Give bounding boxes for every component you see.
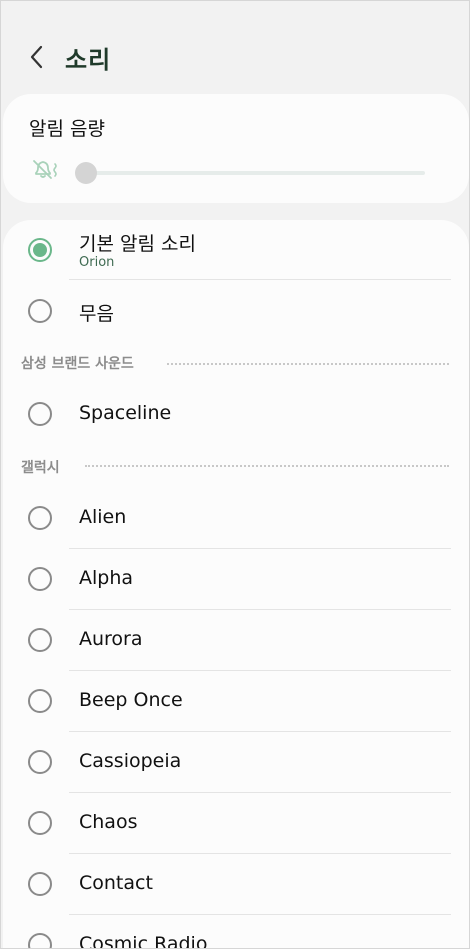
volume-slider-thumb[interactable] <box>75 162 97 184</box>
sound-label: Cosmic Radio <box>79 933 208 949</box>
section-header-galaxy: 갤럭시 <box>21 460 60 476</box>
radio-button[interactable] <box>28 689 52 713</box>
list-item-alien[interactable]: Alien <box>3 488 469 549</box>
silent-label: 무음 <box>79 303 114 325</box>
back-button[interactable] <box>25 43 51 71</box>
radio-button[interactable] <box>28 811 52 835</box>
radio-button[interactable] <box>28 299 52 323</box>
ringtone-list: 기본 알림 소리 Orion 무음 삼성 브랜드 사운드 Spaceline 갤… <box>3 220 469 949</box>
sound-settings-screen: 소리 알림 음량 기본 알림 소리 Orion 무음 삼성 브랜드 사운드 Sp… <box>0 0 470 949</box>
sound-label: Aurora <box>79 628 143 650</box>
list-item-silent[interactable]: 무음 <box>3 280 469 341</box>
section-divider <box>167 363 449 365</box>
radio-button[interactable] <box>28 567 52 591</box>
list-item-beep-once[interactable]: Beep Once <box>3 670 469 731</box>
section-header-samsung: 삼성 브랜드 사운드 <box>21 356 134 372</box>
list-item-cassiopeia[interactable]: Cassiopeia <box>3 731 469 792</box>
radio-button[interactable] <box>28 750 52 774</box>
sound-label: Contact <box>79 872 153 894</box>
radio-button-selected[interactable] <box>28 238 52 262</box>
list-item-alpha[interactable]: Alpha <box>3 548 469 609</box>
default-sound-label: 기본 알림 소리 <box>79 233 196 255</box>
radio-button[interactable] <box>28 872 52 896</box>
sound-label: Cassiopeia <box>79 750 182 772</box>
chevron-left-icon <box>30 45 43 69</box>
radio-button[interactable] <box>28 506 52 530</box>
app-bar: 소리 <box>1 31 469 83</box>
list-item-spaceline[interactable]: Spaceline <box>3 384 469 445</box>
section-divider <box>85 465 449 467</box>
sound-label: Alien <box>79 506 127 528</box>
list-item-default-sound[interactable]: 기본 알림 소리 Orion <box>3 220 469 280</box>
page-title: 소리 <box>65 46 112 74</box>
sound-label: Beep Once <box>79 689 183 711</box>
sound-label: Chaos <box>79 811 138 833</box>
radio-button[interactable] <box>28 402 52 426</box>
radio-button[interactable] <box>28 933 52 948</box>
list-item-chaos[interactable]: Chaos <box>3 792 469 853</box>
radio-button[interactable] <box>28 628 52 652</box>
list-item-cosmic-radio[interactable]: Cosmic Radio <box>3 914 469 949</box>
list-item-aurora[interactable]: Aurora <box>3 609 469 670</box>
sound-label: Spaceline <box>79 402 172 424</box>
sound-label: Alpha <box>79 567 134 589</box>
bell-muted-icon[interactable] <box>31 158 61 180</box>
volume-title: 알림 음량 <box>29 118 105 140</box>
current-sound-name: Orion <box>79 255 115 270</box>
notification-volume-card: 알림 음량 <box>3 94 469 203</box>
list-item-contact[interactable]: Contact <box>3 853 469 914</box>
volume-slider-track[interactable] <box>79 171 425 175</box>
